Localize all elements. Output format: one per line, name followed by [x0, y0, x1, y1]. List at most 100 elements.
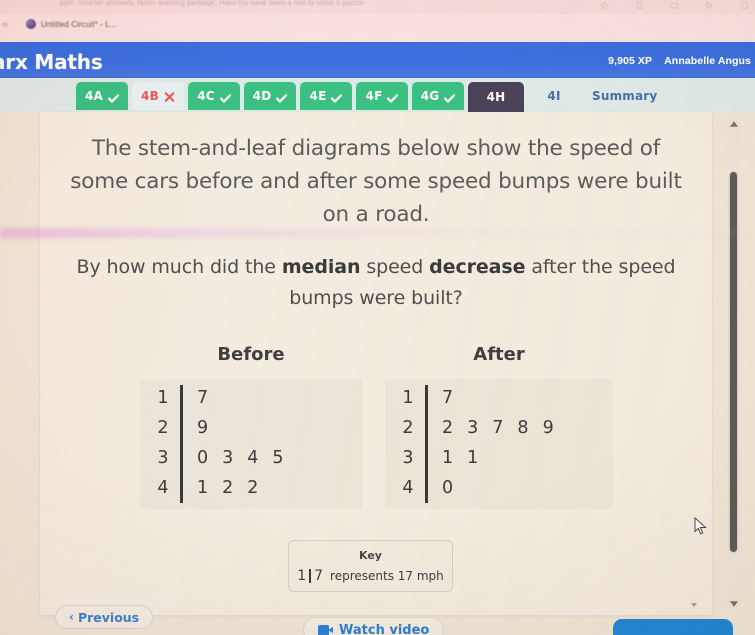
header-user-area: 9,905 XP Annabelle Angus — [608, 55, 751, 67]
circuit-favicon — [26, 19, 36, 29]
watch-video-button[interactable]: Watch video — [303, 617, 445, 635]
task-tab-4f[interactable]: 4F — [356, 82, 408, 110]
task-tab-4d[interactable]: 4D — [244, 82, 296, 110]
cross-icon — [164, 91, 175, 102]
leaf-values: 11 — [442, 448, 478, 468]
q2-part2: speed — [360, 256, 430, 278]
leaf-values: 122 — [197, 478, 258, 498]
stem-leaf-before-table: 1729303454122 — [140, 379, 362, 509]
leaf-value: 2 — [442, 418, 454, 438]
leaf-values: 0 — [442, 478, 453, 498]
next-button[interactable] — [613, 619, 733, 635]
bookmark-icon[interactable] — [635, 1, 644, 10]
q2-bold-median: median — [281, 256, 361, 278]
leaf-values: 9 — [197, 418, 208, 438]
xp-counter: 9,905 XP — [608, 55, 653, 67]
stem-leaf-divider — [425, 413, 428, 443]
task-tab-label: 4B — [141, 89, 159, 103]
tick-icon — [219, 92, 231, 103]
chevron-left-icon: ‹ — [69, 610, 74, 624]
leaf-values: 23789 — [442, 418, 554, 438]
leaf-value: 5 — [272, 448, 284, 468]
stem-value: 1 — [402, 388, 414, 408]
scrollbar-thumb[interactable] — [730, 172, 737, 552]
app-header: arx Maths 9,905 XP Annabelle Angus — [0, 42, 755, 78]
leaf-value: 2 — [222, 478, 234, 498]
stem-leaf-row: 3 11 — [391, 443, 607, 473]
stem-leaf-row: 17 — [146, 383, 356, 413]
stem-leaf-row: 30345 — [146, 443, 356, 473]
mouse-cursor — [694, 516, 707, 535]
task-tab-label: 4I — [547, 89, 561, 103]
key-stem: 1 — [297, 567, 307, 584]
stem-value: 1 — [157, 388, 169, 408]
task-tab-4h[interactable]: 4H — [468, 82, 524, 112]
star-icon[interactable] — [600, 1, 609, 10]
leaf-value: 1 — [197, 478, 209, 498]
bottom-action-bar: ‹ Previous Watch video — [0, 593, 755, 635]
task-tab-4c[interactable]: 4C — [188, 82, 240, 110]
task-tab-4i[interactable]: 4I — [528, 82, 580, 110]
stem-value: 4 — [402, 478, 414, 498]
tick-icon — [331, 92, 343, 103]
previous-button[interactable]: ‹ Previous — [55, 605, 154, 629]
task-tab-label: 4G — [420, 89, 440, 103]
browser-tab-title: Untitled Circuit* - L... — [41, 19, 117, 29]
leaf-value: 8 — [517, 418, 529, 438]
leaf-value: 7 — [197, 388, 209, 408]
task-tab-4b[interactable]: 4B — [132, 82, 184, 110]
task-tab-label: 4D — [252, 89, 272, 103]
stem-leaf-key: Key 1 7 represents 17 mph — [288, 540, 453, 592]
previous-button-label: Previous — [77, 609, 140, 625]
task-tab-4e[interactable]: 4E — [300, 82, 352, 110]
leaf-values: 7 — [197, 388, 208, 408]
user-name[interactable]: Annabelle Angus — [664, 55, 751, 67]
leaf-value: 0 — [197, 448, 209, 468]
leaf-value: 1 — [467, 448, 479, 468]
task-tab-4a[interactable]: 4A — [76, 82, 128, 110]
sparx-maths-logo[interactable]: arx Maths — [0, 50, 103, 74]
question-card: The stem-and-leaf diagrams below show th… — [40, 112, 712, 615]
extensions-icon[interactable] — [670, 1, 679, 10]
question-paragraph-1: The stem-and-leaf diagrams below show th… — [70, 136, 682, 227]
leaf-value: 0 — [442, 478, 454, 498]
vertical-scrollbar[interactable] — [727, 118, 741, 610]
stem-leaf-divider — [180, 473, 183, 503]
leaf-values: 7 — [442, 388, 453, 408]
collapse-caret-icon[interactable] — [691, 603, 697, 607]
stem-leaf-before-title: Before — [217, 344, 285, 365]
task-tab-label: 4C — [197, 89, 215, 103]
scroll-up-arrow-icon[interactable] — [727, 118, 741, 130]
stem-and-leaf-diagrams: Before 1729303454122 After 1722378931140 — [40, 344, 712, 524]
task-tab-label: 4H — [486, 90, 506, 104]
watch-video-label: Watch video — [339, 622, 430, 635]
task-tab-label: Summary — [592, 89, 658, 103]
tick-icon — [444, 92, 456, 103]
tick-icon — [387, 92, 399, 103]
browser-tab[interactable]: Untitled Circuit* - L... — [26, 19, 117, 29]
leaf-value: 2 — [247, 478, 259, 498]
leaf-values: 0345 — [197, 448, 284, 468]
task-tab-summary[interactable]: Summary — [584, 82, 665, 110]
leaf-value: 7 — [442, 388, 454, 408]
key-title: Key — [359, 548, 382, 562]
video-camera-icon — [318, 624, 333, 635]
stem-leaf-row: 40 — [391, 473, 607, 503]
stem-leaf-divider — [425, 385, 428, 413]
q2-part1: By how much did the — [76, 256, 282, 278]
profile-icon[interactable] — [740, 1, 749, 10]
stem-leaf-row: 4122 — [146, 473, 356, 503]
key-leaf: 7 — [314, 567, 324, 584]
leaf-value: 7 — [492, 418, 504, 438]
leaf-value: 3 — [467, 418, 479, 438]
task-tab-bar: 4A 4B 4C 4D 4E 4F 4G 4H 4I Summary — [0, 78, 755, 112]
q2-bold-decrease: decrease — [429, 256, 526, 278]
stem-leaf-divider — [425, 473, 428, 503]
stem-value: 2 — [402, 418, 414, 438]
browser-tabstrip: m Untitled Circuit* - L... — [0, 14, 755, 42]
share-icon[interactable] — [705, 1, 714, 10]
stem-leaf-divider — [180, 413, 183, 443]
leaf-value: 9 — [542, 418, 554, 438]
question-paragraph-2: By how much did the median speed decreas… — [72, 252, 680, 314]
task-tab-4g[interactable]: 4G — [412, 82, 464, 110]
